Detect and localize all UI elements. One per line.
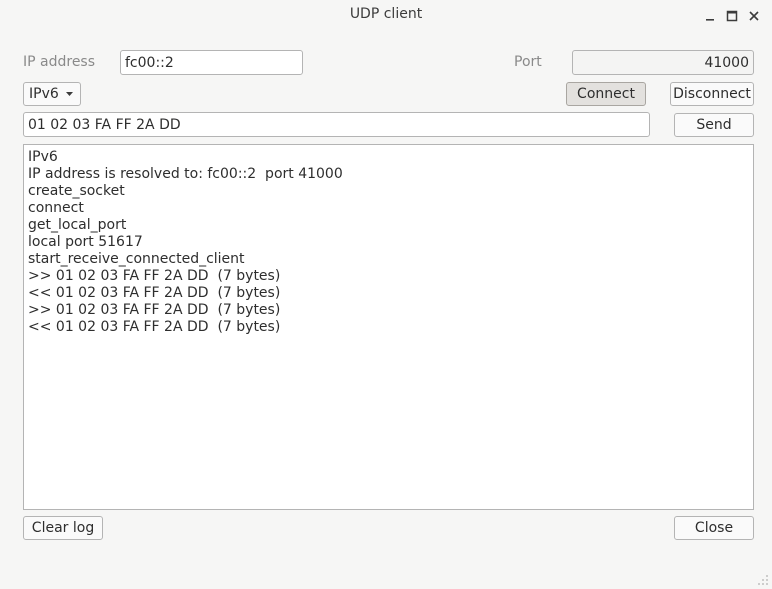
log-line: get_local_port (28, 217, 127, 233)
ip-address-input[interactable] (120, 50, 303, 75)
port-label: Port (514, 54, 542, 70)
log-line: >> 01 02 03 FA FF 2A DD (7 bytes) (28, 268, 281, 284)
log-line: IP address is resolved to: fc00::2 port … (28, 166, 343, 182)
close-button[interactable]: Close (674, 516, 754, 540)
port-input[interactable] (572, 50, 754, 75)
log-line: << 01 02 03 FA FF 2A DD (7 bytes) (28, 319, 281, 335)
log-line: connect (28, 200, 84, 216)
chevron-down-icon (65, 87, 74, 105)
connect-button[interactable]: Connect (566, 82, 646, 106)
resize-grip-icon[interactable] (757, 574, 769, 586)
log-line: << 01 02 03 FA FF 2A DD (7 bytes) (28, 285, 281, 301)
title-bar[interactable]: UDP client (0, 0, 772, 32)
log-line: start_receive_connected_client (28, 251, 245, 267)
log-line: >> 01 02 03 FA FF 2A DD (7 bytes) (28, 302, 281, 318)
close-icon[interactable] (744, 6, 764, 26)
clear-log-button[interactable]: Clear log (23, 516, 103, 540)
udp-client-window: UDP client IP address Port IPv6 Connect … (0, 0, 772, 589)
protocol-select-value: IPv6 (29, 86, 59, 102)
ip-address-label: IP address (23, 54, 96, 70)
log-output[interactable]: IPv6 IP address is resolved to: fc00::2 … (23, 144, 754, 510)
send-button[interactable]: Send (674, 113, 754, 137)
minimize-icon[interactable] (700, 6, 720, 26)
log-line: IPv6 (28, 149, 58, 165)
protocol-select[interactable]: IPv6 (23, 82, 81, 106)
message-input[interactable] (23, 112, 650, 137)
log-line: create_socket (28, 183, 125, 199)
log-line: local port 51617 (28, 234, 143, 250)
window-title: UDP client (349, 6, 423, 22)
disconnect-button[interactable]: Disconnect (670, 82, 754, 106)
maximize-icon[interactable] (722, 6, 742, 26)
